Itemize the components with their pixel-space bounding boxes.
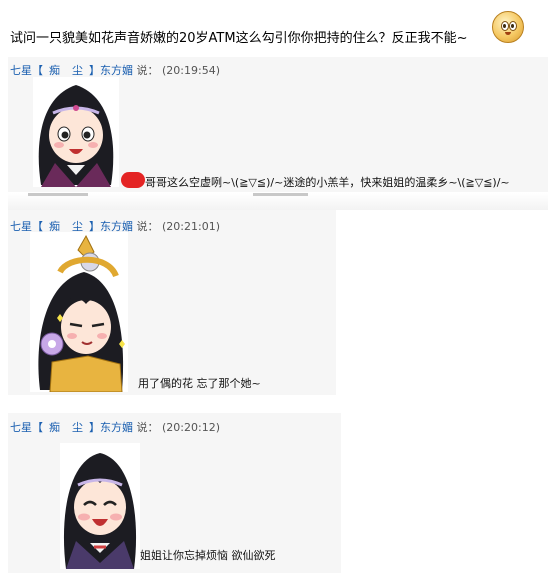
message-text: 姐姐让你忘掉烦恼 欲仙欲死 <box>140 549 276 562</box>
username-char-1: 痴 <box>49 421 60 434</box>
says-label: 说： <box>136 421 159 434</box>
says-label: 说： <box>136 64 159 77</box>
avatar-image <box>30 232 128 393</box>
message-text: 哥哥这么空虚咧~\(≧▽≦)/~迷途的小羔羊，快来姐姐的温柔乡~\(≧▽≦)/~ <box>145 176 510 189</box>
avatar-image <box>60 443 140 569</box>
redaction-mark <box>121 172 145 188</box>
message-timestamp: (20:19:54) <box>162 64 220 77</box>
username-suffix: 】东方媚 <box>89 421 133 434</box>
username-prefix: 七星【 <box>10 421 43 434</box>
says-label: 说： <box>136 220 159 233</box>
username-char-1: 痴 <box>49 64 60 77</box>
message-text: 用了偶的花 忘了那个她~ <box>138 377 261 390</box>
avatar-image <box>33 77 119 187</box>
username-char-2: 尘 <box>72 421 83 434</box>
post-headline: 试问一只貌美如花声音娇嫩的20岁ATM这么勾引你你把持的住么？反正我不能~ <box>10 31 468 46</box>
message-timestamp: (20:20:12) <box>162 421 220 434</box>
username-char-2: 尘 <box>72 64 83 77</box>
message-timestamp: (20:21:01) <box>162 220 220 233</box>
username-prefix: 七星【 <box>10 64 43 77</box>
smiley-emoticon-icon <box>492 11 524 43</box>
username-suffix: 】东方媚 <box>89 64 133 77</box>
message-header: 七星【痴尘】东方媚 说： (20:20:12) <box>10 419 220 435</box>
cropped-divider <box>8 193 548 210</box>
message-header: 七星【痴尘】东方媚 说： (20:19:54) <box>10 62 220 78</box>
